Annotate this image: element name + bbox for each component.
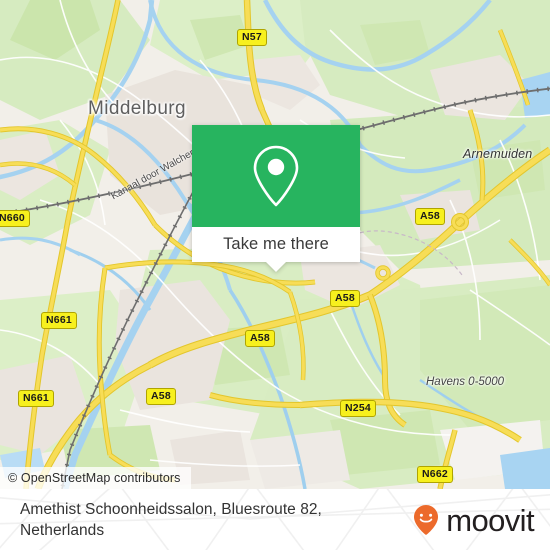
road-shield-a58-1[interactable]: A58 — [415, 208, 445, 225]
road-shield-a58-4[interactable]: A58 — [146, 388, 176, 405]
take-me-there-label: Take me there — [223, 235, 329, 253]
road-shield-n57[interactable]: N57 — [237, 29, 267, 46]
place-title: Amethist Schoonheidssalon, Bluesroute 82… — [20, 501, 322, 539]
road-shield-n661-1[interactable]: N661 — [41, 312, 77, 329]
road-shield-n254[interactable]: N254 — [340, 400, 376, 417]
osm-attribution[interactable]: © OpenStreetMap contributors — [0, 467, 191, 489]
road-shield-a58-2[interactable]: A58 — [330, 290, 360, 307]
osm-attribution-text: © OpenStreetMap contributors — [8, 471, 181, 485]
moovit-brand[interactable]: moovit — [409, 502, 535, 538]
card-pointer-tail — [266, 262, 286, 272]
card-pin-area — [192, 125, 360, 227]
road-shield-n662[interactable]: N662 — [417, 466, 453, 483]
moovit-pin-smiley-icon — [414, 505, 439, 535]
road-shield-a58-3[interactable]: A58 — [245, 330, 275, 347]
map-canvas[interactable]: Middelburg Arnemuiden Havens 0-5000 Kana… — [0, 0, 550, 489]
road-shield-n660[interactable]: N660 — [0, 210, 30, 227]
take-me-there-card[interactable]: Take me there — [192, 125, 360, 272]
road-shield-n661-2[interactable]: N661 — [18, 390, 54, 407]
card-cta-area[interactable]: Take me there — [192, 227, 360, 272]
footer-bar: Amethist Schoonheidssalon, Bluesroute 82… — [0, 489, 550, 550]
moovit-wordmark: moovit — [446, 502, 534, 538]
moovit-location-card-screenshot: Middelburg Arnemuiden Havens 0-5000 Kana… — [0, 0, 550, 550]
map-pin-icon — [253, 145, 299, 207]
